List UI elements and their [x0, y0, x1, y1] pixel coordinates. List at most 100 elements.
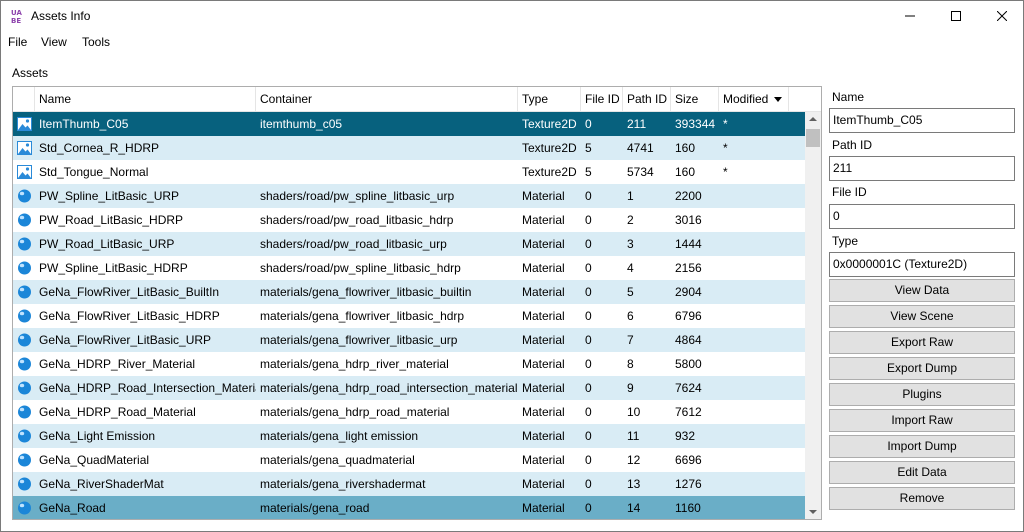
cell-modified [719, 400, 789, 424]
cell-size: 2200 [675, 189, 702, 203]
cell-size: 1444 [675, 237, 702, 251]
menu-view[interactable]: View [41, 33, 67, 51]
export-dump-button[interactable]: Export Dump [829, 357, 1015, 380]
cell-path-id: 5 [627, 285, 634, 299]
plugins-button[interactable]: Plugins [829, 383, 1015, 406]
cell-modified [719, 376, 789, 400]
table-row[interactable]: Std_Tongue_Normal Texture2D 5 5734 160 * [13, 160, 805, 184]
cell-name: PW_Spline_LitBasic_HDRP [39, 261, 188, 275]
material-icon [18, 189, 31, 203]
table-row[interactable]: PW_Road_LitBasic_HDRP shaders/road/pw_roa… [13, 208, 805, 232]
type-field[interactable]: 0x0000001C (Texture2D) [829, 252, 1015, 277]
cell-path-id: 211 [627, 117, 647, 131]
assets-table: Name Container Type File ID Path ID Size… [12, 86, 822, 520]
cell-file-id: 0 [585, 405, 592, 419]
cell-name: GeNa_HDRP_Road_Intersection_Material [39, 381, 256, 395]
table-row[interactable]: GeNa_FlowRiver_LitBasic_BuiltIn materials… [13, 280, 805, 304]
cell-name: GeNa_Road [39, 501, 106, 515]
cell-type: Texture2D [522, 117, 577, 131]
column-header-type[interactable]: Type [518, 87, 581, 112]
svg-text:UA: UA [11, 9, 22, 17]
column-header-size[interactable]: Size [671, 87, 719, 112]
table-row[interactable]: GeNa_FlowRiver_LitBasic_URP materials/gen… [13, 328, 805, 352]
scroll-thumb[interactable] [806, 129, 820, 147]
column-header-path-id[interactable]: Path ID [623, 87, 671, 112]
cell-name: Std_Tongue_Normal [39, 165, 149, 179]
cell-modified [719, 256, 789, 280]
table-row[interactable]: GeNa_Light Emission materials/gena_light … [13, 424, 805, 448]
cell-name: ItemThumb_C05 [39, 117, 129, 131]
table-row[interactable]: Std_Cornea_R_HDRP Texture2D 5 4741 160 * [13, 136, 805, 160]
table-row[interactable]: PW_Spline_LitBasic_HDRP shaders/road/pw_s… [13, 256, 805, 280]
cell-file-id: 0 [585, 477, 592, 491]
table-row[interactable]: GeNa_HDRP_Road_Material materials/gena_hd… [13, 400, 805, 424]
minimize-button[interactable] [887, 1, 933, 31]
table-row[interactable]: GeNa_FlowRiver_LitBasic_HDRP materials/ge… [13, 304, 805, 328]
assets-info-window: UA BE Assets Info File View Tools Assets… [0, 0, 1024, 532]
table-row[interactable]: PW_Spline_LitBasic_URP shaders/road/pw_sp… [13, 184, 805, 208]
table-row[interactable]: GeNa_QuadMaterial materials/gena_quadmate… [13, 448, 805, 472]
export-raw-button[interactable]: Export Raw [829, 331, 1015, 354]
table-row[interactable]: GeNa_HDRP_River_Material materials/gena_h… [13, 352, 805, 376]
table-row[interactable]: ItemThumb_C05 itemthumb_c05 Texture2D 0 211 3… [13, 112, 805, 136]
cell-name: GeNa_HDRP_River_Material [39, 357, 196, 371]
menu-tools[interactable]: Tools [82, 33, 110, 51]
menu-file[interactable]: File [8, 33, 27, 51]
scroll-up-icon[interactable] [809, 117, 817, 121]
column-header-name[interactable]: Name [35, 87, 256, 112]
cell-container: materials/gena_road [260, 501, 370, 515]
cell-type: Texture2D [522, 165, 577, 179]
material-icon [18, 429, 31, 443]
edit-data-button[interactable]: Edit Data [829, 461, 1015, 484]
cell-container: shaders/road/pw_spline_litbasic_urp [260, 189, 455, 203]
cell-size: 2156 [675, 261, 702, 275]
cell-container: shaders/road/pw_spline_litbasic_hdrp [260, 261, 461, 275]
texture-icon [17, 141, 32, 155]
view-data-button[interactable]: View Data [829, 279, 1015, 302]
window-title: Assets Info [31, 9, 91, 23]
cell-name: GeNa_QuadMaterial [39, 453, 150, 467]
cell-type: Material [522, 405, 565, 419]
file-id-label: File ID [832, 185, 867, 199]
column-header-modified[interactable]: Modified [719, 87, 789, 112]
cell-size: 5800 [675, 357, 702, 371]
remove-button[interactable]: Remove [829, 487, 1015, 510]
sort-descending-icon [774, 97, 782, 102]
table-row[interactable]: GeNa_HDRP_Road_Intersection_Material mate… [13, 376, 805, 400]
material-icon [18, 333, 31, 347]
import-dump-button[interactable]: Import Dump [829, 435, 1015, 458]
file-id-field[interactable]: 0 [829, 204, 1015, 229]
cell-container: materials/gena_flowriver_litbasic_hdrp [260, 309, 465, 323]
column-header-container[interactable]: Container [256, 87, 518, 112]
close-button[interactable] [979, 1, 1023, 31]
column-header-file-id[interactable]: File ID [581, 87, 623, 112]
name-field[interactable]: ItemThumb_C05 [829, 108, 1015, 133]
cell-path-id: 14 [627, 501, 641, 515]
table-row[interactable]: PW_Road_LitBasic_URP shaders/road/pw_road… [13, 232, 805, 256]
cell-name: PW_Road_LitBasic_HDRP [39, 213, 184, 227]
cell-file-id: 5 [585, 141, 592, 155]
cell-file-id: 0 [585, 333, 592, 347]
table-row[interactable]: GeNa_RiverShaderMat materials/gena_rivers… [13, 472, 805, 496]
view-scene-button[interactable]: View Scene [829, 305, 1015, 328]
cell-file-id: 0 [585, 453, 592, 467]
cell-type: Material [522, 501, 565, 515]
cell-container: itemthumb_c05 [260, 117, 343, 131]
table-row[interactable]: GeNa_Road materials/gena_road Material 0 14 1… [13, 496, 805, 519]
cell-modified [719, 352, 789, 376]
import-raw-button[interactable]: Import Raw [829, 409, 1015, 432]
column-header-icon[interactable] [13, 87, 35, 112]
cell-path-id: 8 [627, 357, 634, 371]
material-icon [18, 453, 31, 467]
vertical-scrollbar[interactable] [805, 112, 821, 519]
path-id-field[interactable]: 211 [829, 156, 1015, 181]
cell-path-id: 1 [627, 189, 634, 203]
material-icon [18, 501, 31, 515]
cell-path-id: 3 [627, 237, 634, 251]
scroll-down-icon[interactable] [809, 510, 817, 514]
cell-name: GeNa_RiverShaderMat [39, 477, 164, 491]
close-icon [997, 11, 1007, 21]
cell-modified: * [723, 165, 728, 179]
cell-size: 932 [675, 429, 696, 443]
maximize-button[interactable] [933, 1, 979, 31]
